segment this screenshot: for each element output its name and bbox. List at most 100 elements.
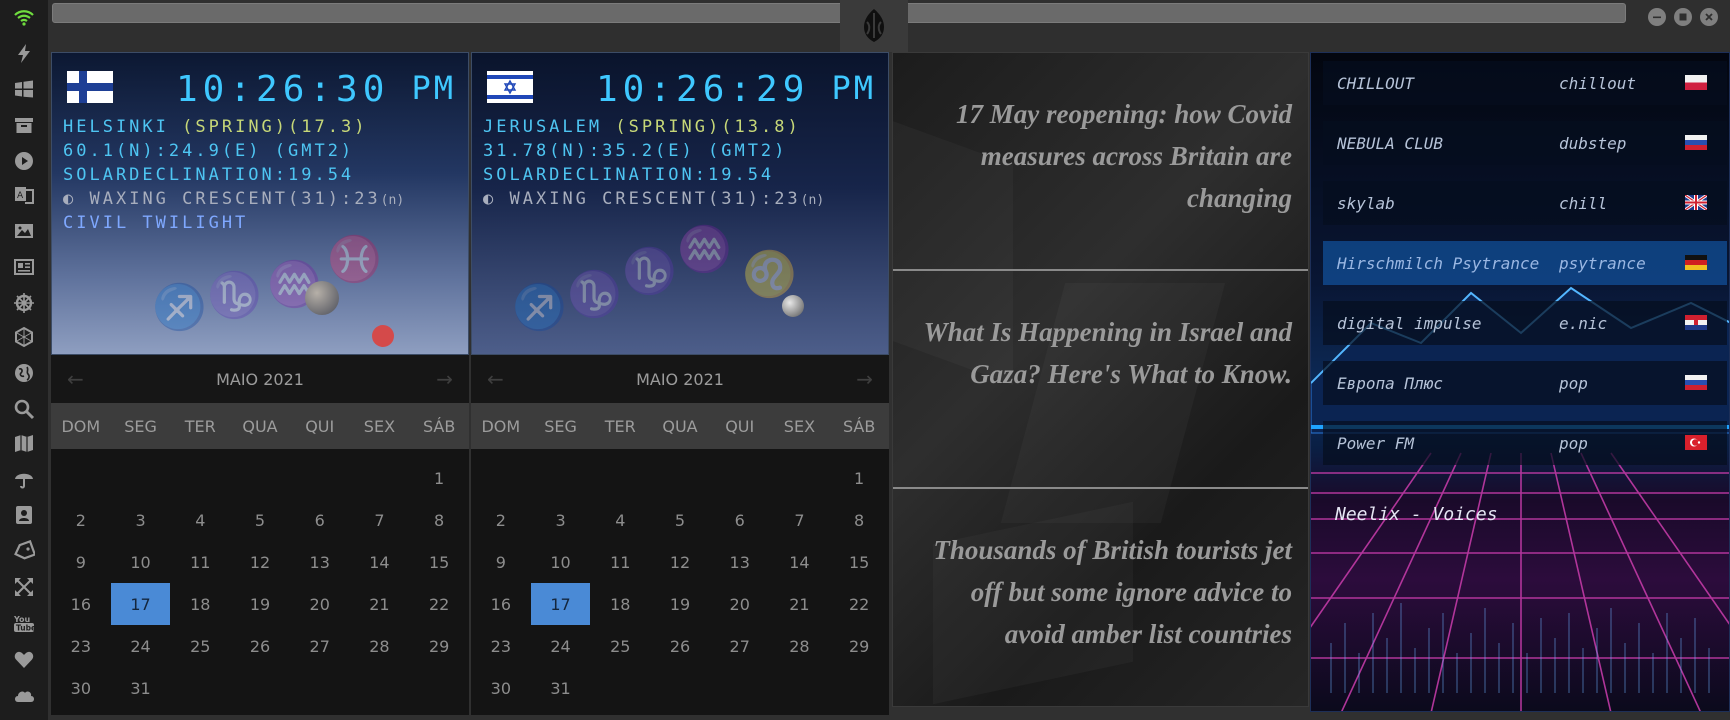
calendar-day[interactable]: 2 bbox=[471, 499, 531, 541]
calendar-day[interactable]: 29 bbox=[409, 625, 469, 667]
news-headline[interactable]: Thousands of British tourists jet off bu… bbox=[893, 529, 1308, 655]
calendar-day[interactable]: 5 bbox=[230, 499, 290, 541]
calendar-day[interactable]: 26 bbox=[230, 625, 290, 667]
news-headline[interactable]: What Is Happening in Israel and Gaza? He… bbox=[893, 311, 1308, 395]
calendar-day[interactable]: 8 bbox=[829, 499, 889, 541]
maximize-icon[interactable] bbox=[1674, 8, 1692, 26]
play-circle-icon[interactable] bbox=[13, 150, 35, 172]
calendar-day[interactable]: 18 bbox=[590, 583, 650, 625]
lightning-icon[interactable] bbox=[13, 42, 35, 64]
calendar-day[interactable]: 13 bbox=[290, 541, 350, 583]
calendar-day[interactable]: 15 bbox=[409, 541, 469, 583]
youtube-icon[interactable]: You Tube bbox=[13, 612, 35, 634]
calendar-day[interactable]: 21 bbox=[770, 583, 830, 625]
calendar-day[interactable]: 27 bbox=[710, 625, 770, 667]
calendar-day[interactable]: 13 bbox=[710, 541, 770, 583]
radio-station-item[interactable]: digital impulse e.nic bbox=[1323, 301, 1727, 345]
calendar-day[interactable]: 31 bbox=[111, 667, 171, 709]
calendar-day[interactable]: 25 bbox=[590, 625, 650, 667]
expand-icon[interactable] bbox=[13, 576, 35, 598]
calendar-day[interactable]: 19 bbox=[230, 583, 290, 625]
calendar-day-selected[interactable]: 17 bbox=[110, 583, 171, 625]
calendar-day[interactable]: 8 bbox=[409, 499, 469, 541]
calendar-day[interactable]: 9 bbox=[471, 541, 531, 583]
hexagon-icon[interactable] bbox=[13, 326, 35, 348]
contact-icon[interactable] bbox=[13, 504, 35, 526]
search-input[interactable] bbox=[52, 3, 1626, 23]
close-icon[interactable] bbox=[1700, 8, 1718, 26]
windows-icon[interactable] bbox=[13, 78, 35, 100]
news-headline[interactable]: 17 May reopening: how Covid measures acr… bbox=[893, 93, 1308, 219]
calendar-day[interactable]: 20 bbox=[710, 583, 770, 625]
next-month-icon[interactable]: → bbox=[436, 367, 453, 391]
radio-station-item[interactable]: skylab chill bbox=[1323, 181, 1727, 225]
calendar-day[interactable]: 6 bbox=[710, 499, 770, 541]
tag-icon[interactable] bbox=[13, 540, 35, 562]
umbrella-icon[interactable] bbox=[13, 468, 35, 490]
calendar-day[interactable]: 5 bbox=[650, 499, 710, 541]
image-icon[interactable] bbox=[13, 220, 35, 242]
radio-station-item[interactable]: CHILLOUT chillout bbox=[1323, 61, 1727, 105]
map-icon[interactable] bbox=[13, 432, 35, 454]
calendar-day[interactable]: 25 bbox=[170, 625, 230, 667]
calendar-day[interactable]: 30 bbox=[471, 667, 531, 709]
minimize-icon[interactable] bbox=[1648, 8, 1666, 26]
calendar-day[interactable]: 20 bbox=[290, 583, 350, 625]
translate-icon[interactable]: A bbox=[13, 184, 35, 206]
calendar-day[interactable]: 31 bbox=[531, 667, 591, 709]
search-icon[interactable] bbox=[13, 398, 35, 420]
calendar-day[interactable]: 16 bbox=[51, 583, 111, 625]
radio-station-item[interactable]: Европа Плюс pop bbox=[1323, 361, 1727, 405]
prev-month-icon[interactable]: ← bbox=[67, 367, 84, 391]
calendar-day-selected[interactable]: 17 bbox=[530, 583, 591, 625]
newspaper-icon[interactable] bbox=[13, 256, 35, 278]
calendar-day[interactable]: 9 bbox=[51, 541, 111, 583]
calendar-day[interactable]: 24 bbox=[531, 625, 591, 667]
wifi-icon[interactable] bbox=[13, 6, 35, 28]
calendar-day[interactable]: 22 bbox=[829, 583, 889, 625]
calendar-day[interactable]: 23 bbox=[471, 625, 531, 667]
heart-icon[interactable] bbox=[13, 648, 35, 670]
calendar-day[interactable]: 7 bbox=[770, 499, 830, 541]
calendar-day[interactable]: 14 bbox=[350, 541, 410, 583]
calendar-day[interactable]: 29 bbox=[829, 625, 889, 667]
radio-station-item[interactable]: Hirschmilch Psytrance psytrance bbox=[1323, 241, 1727, 285]
calendar-day[interactable]: 3 bbox=[111, 499, 171, 541]
calendar-day[interactable]: 22 bbox=[409, 583, 469, 625]
calendar-day[interactable]: 6 bbox=[290, 499, 350, 541]
calendar-day[interactable]: 4 bbox=[170, 499, 230, 541]
calendar-day[interactable]: 7 bbox=[350, 499, 410, 541]
calendar-day[interactable]: 2 bbox=[51, 499, 111, 541]
calendar-day[interactable]: 24 bbox=[111, 625, 171, 667]
calendar-day[interactable]: 10 bbox=[531, 541, 591, 583]
calendar-day[interactable]: 10 bbox=[111, 541, 171, 583]
prev-month-icon[interactable]: ← bbox=[487, 367, 504, 391]
cloud-icon[interactable] bbox=[13, 684, 35, 706]
calendar-day[interactable]: 30 bbox=[51, 667, 111, 709]
radio-station-item[interactable]: NEBULA CLUB dubstep bbox=[1323, 121, 1727, 165]
calendar-day[interactable]: 1 bbox=[829, 457, 889, 499]
calendar-day[interactable]: 11 bbox=[170, 541, 230, 583]
next-month-icon[interactable]: → bbox=[856, 367, 873, 391]
calendar-day[interactable]: 4 bbox=[590, 499, 650, 541]
calendar-day[interactable]: 27 bbox=[290, 625, 350, 667]
calendar-day[interactable]: 1 bbox=[409, 457, 469, 499]
calendar-day[interactable]: 19 bbox=[650, 583, 710, 625]
calendar-day[interactable]: 23 bbox=[51, 625, 111, 667]
calendar-day[interactable]: 26 bbox=[650, 625, 710, 667]
calendar-day[interactable]: 28 bbox=[350, 625, 410, 667]
calendar-day[interactable]: 28 bbox=[770, 625, 830, 667]
calendar-day[interactable]: 12 bbox=[230, 541, 290, 583]
radio-station-item[interactable]: Power FM pop bbox=[1323, 421, 1727, 465]
calendar-day[interactable]: 16 bbox=[471, 583, 531, 625]
globe-icon[interactable] bbox=[13, 362, 35, 384]
calendar-day[interactable]: 3 bbox=[531, 499, 591, 541]
calendar-day[interactable]: 11 bbox=[590, 541, 650, 583]
calendar-day[interactable]: 18 bbox=[170, 583, 230, 625]
helm-icon[interactable] bbox=[13, 292, 35, 314]
calendar-day[interactable]: 12 bbox=[650, 541, 710, 583]
calendar-day[interactable]: 15 bbox=[829, 541, 889, 583]
archive-icon[interactable] bbox=[13, 114, 35, 136]
calendar-day[interactable]: 14 bbox=[770, 541, 830, 583]
logo-tab[interactable] bbox=[840, 0, 908, 52]
